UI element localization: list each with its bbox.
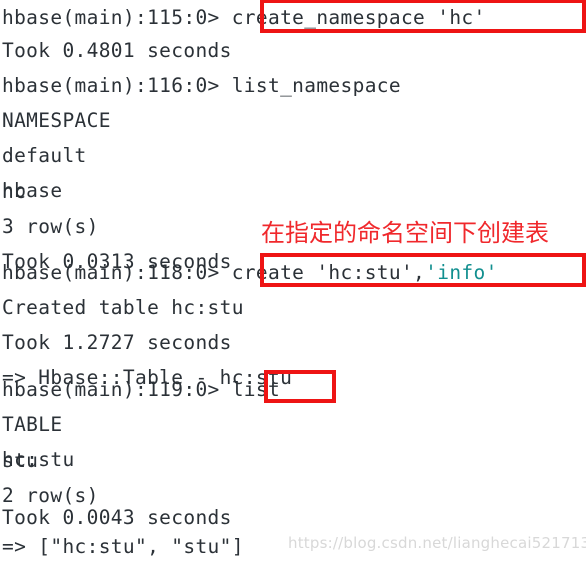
terminal-line-create-table: hbase(main):118:0> create 'hc:stu','info… [2, 255, 498, 290]
terminal-line: hbase(main):119:0> list [2, 378, 281, 401]
terminal-line: TABLE [2, 413, 63, 436]
terminal-line: 3 row(s) [2, 215, 99, 238]
terminal-output[interactable]: hbase(main):115:0> create_namespace 'hc'… [0, 0, 586, 564]
terminal-line: NAMESPACE [2, 109, 111, 132]
terminal-screen: hbase(main):115:0> create_namespace 'hc'… [0, 0, 586, 564]
terminal-line-prefix: hbase(main):118:0> create 'hc:stu', [2, 261, 426, 284]
terminal-line: Took 1.2727 seconds [2, 331, 232, 354]
terminal-line: => ["hc:stu", "stu"] [2, 535, 244, 558]
terminal-line: hbase(main):115:0> create_namespace 'hc' [2, 6, 486, 29]
terminal-line: default [2, 144, 87, 167]
terminal-line: Took 0.4801 seconds [2, 39, 232, 62]
terminal-line: Created table hc:stu [2, 296, 244, 319]
watermark: https://blog.csdn.net/lianghecai52171314 [288, 534, 586, 552]
terminal-line: hbase(main):116:0> list_namespace [2, 74, 401, 97]
annotation-note-chinese: 在指定的命名空间下创建表 [261, 219, 549, 247]
terminal-line: hc [2, 180, 27, 203]
terminal-line: stu [2, 449, 39, 472]
string-token-info: 'info' [425, 261, 498, 284]
